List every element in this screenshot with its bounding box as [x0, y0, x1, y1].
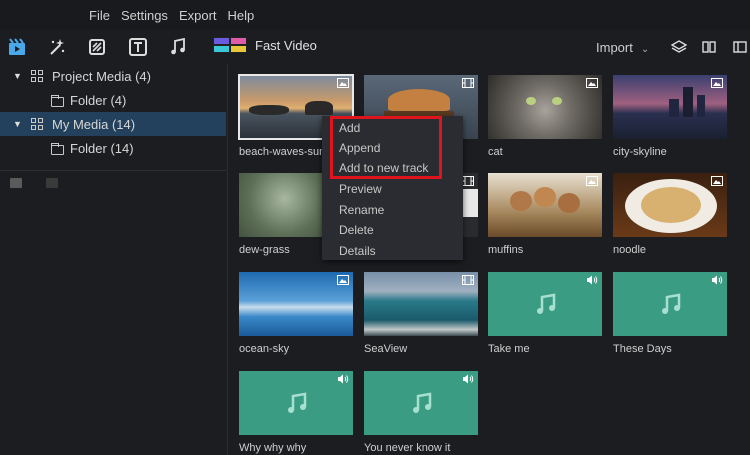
expand-arrow-icon[interactable]: ▼	[13, 119, 22, 129]
context-menu-add-to-new-track[interactable]: Add to new track	[339, 161, 428, 175]
menu-help[interactable]: Help	[228, 8, 255, 23]
image-type-icon	[586, 176, 598, 186]
grid-icon	[31, 70, 43, 82]
media-grid: beach-waves-sun cat city-skyline dew-gra…	[229, 64, 750, 455]
thumbnail	[364, 272, 478, 336]
effects-icon[interactable]	[48, 38, 66, 56]
media-label: These Days	[613, 343, 672, 355]
image-type-icon	[711, 78, 723, 88]
music-note-icon	[413, 392, 432, 413]
new-folder-icon[interactable]	[10, 178, 22, 188]
media-item-you-never-know-it[interactable]: You never know it	[364, 371, 478, 454]
tree-item-label: My Media (14)	[52, 116, 136, 132]
media-label: ocean-sky	[239, 343, 290, 355]
media-label: dew-grass	[239, 244, 290, 256]
toolbar: Fast Video Import ⌄	[0, 32, 750, 62]
folder-icon	[51, 95, 64, 107]
context-menu-preview[interactable]: Preview	[339, 182, 382, 196]
menu-bar: File Settings Export Help	[0, 0, 750, 30]
image-type-icon	[337, 275, 349, 285]
thumbnail	[364, 371, 478, 435]
video-type-icon	[462, 176, 474, 186]
media-item-noodle[interactable]: noodle	[613, 173, 727, 256]
view-toggle-icon[interactable]	[701, 39, 717, 55]
menu-file[interactable]: File	[89, 8, 110, 23]
media-label: Why why why	[239, 442, 307, 454]
transitions-icon[interactable]	[88, 38, 106, 56]
tree-item-project-media[interactable]: ▼ Project Media (4)	[0, 64, 226, 88]
import-button[interactable]: Import ⌄	[596, 40, 649, 55]
project-logo-icon	[213, 37, 247, 53]
project-title: Fast Video	[213, 37, 317, 53]
divider	[0, 170, 226, 171]
media-item-city[interactable]: city-skyline	[613, 75, 727, 158]
audio-type-icon	[338, 374, 349, 384]
media-item-muffins[interactable]: muffins	[488, 173, 602, 256]
chevron-down-icon: ⌄	[640, 44, 650, 55]
media-item-why-why-why[interactable]: Why why why	[239, 371, 353, 454]
context-menu: Add Append Add to new track Preview Rena…	[322, 116, 463, 260]
thumbnail	[613, 75, 727, 139]
tree-item-label: Folder (14)	[70, 140, 134, 156]
tree-item-label: Project Media (4)	[52, 68, 151, 84]
media-item-seaview[interactable]: SeaView	[364, 272, 478, 355]
media-library-sidebar: ▼ Project Media (4) Folder (4) ▼ My Medi…	[0, 64, 228, 455]
thumbnail	[239, 371, 353, 435]
media-label: beach-waves-sun	[239, 146, 326, 158]
delete-folder-icon[interactable]	[46, 178, 58, 188]
media-item-cat[interactable]: cat	[488, 75, 602, 158]
expand-arrow-icon[interactable]: ▼	[13, 71, 22, 81]
music-note-icon	[288, 392, 307, 413]
media-icon[interactable]	[8, 38, 26, 56]
video-type-icon	[462, 78, 474, 88]
media-label: Take me	[488, 343, 530, 355]
image-type-icon	[711, 176, 723, 186]
context-menu-details[interactable]: Details	[339, 244, 376, 258]
thumbnail	[488, 173, 602, 237]
thumbnail	[239, 272, 353, 336]
image-type-icon	[586, 78, 598, 88]
context-menu-append[interactable]: Append	[339, 141, 380, 155]
audio-type-icon	[712, 275, 723, 285]
audio-type-icon	[587, 275, 598, 285]
context-menu-add[interactable]: Add	[339, 121, 360, 135]
audio-type-icon	[463, 374, 474, 384]
tree-item-project-folder[interactable]: Folder (4)	[0, 88, 226, 112]
tree-item-label: Folder (4)	[70, 92, 127, 108]
thumbnail	[613, 173, 727, 237]
context-menu-rename[interactable]: Rename	[339, 203, 384, 217]
tree-item-my-media[interactable]: ▼ My Media (14)	[0, 112, 226, 136]
project-name: Fast Video	[255, 37, 317, 53]
text-icon[interactable]	[129, 38, 147, 56]
media-label: city-skyline	[613, 146, 667, 158]
music-note-icon	[537, 293, 556, 314]
video-type-icon	[462, 275, 474, 285]
media-item-ocean-sky[interactable]: ocean-sky	[239, 272, 353, 355]
media-item-these-days[interactable]: These Days	[613, 272, 727, 355]
tree-item-my-folder[interactable]: Folder (14)	[0, 136, 226, 160]
menu-settings[interactable]: Settings	[121, 8, 168, 23]
thumbnail	[488, 272, 602, 336]
media-label: muffins	[488, 244, 524, 256]
media-label: noodle	[613, 244, 647, 256]
menu-export[interactable]: Export	[179, 8, 217, 23]
thumbnail	[613, 272, 727, 336]
import-label: Import	[596, 40, 633, 55]
grid-icon	[31, 118, 43, 130]
media-item-take-me[interactable]: Take me	[488, 272, 602, 355]
media-label: SeaView	[364, 343, 408, 355]
thumbnail	[488, 75, 602, 139]
music-icon[interactable]	[169, 38, 187, 56]
panel-toggle-icon[interactable]	[732, 39, 748, 55]
music-note-icon	[662, 293, 681, 314]
layers-icon[interactable]	[670, 39, 688, 55]
media-label: cat	[488, 146, 503, 158]
media-label: You never know it	[364, 442, 451, 454]
image-type-icon	[337, 78, 349, 88]
folder-icon	[51, 143, 64, 155]
context-menu-delete[interactable]: Delete	[339, 223, 374, 237]
